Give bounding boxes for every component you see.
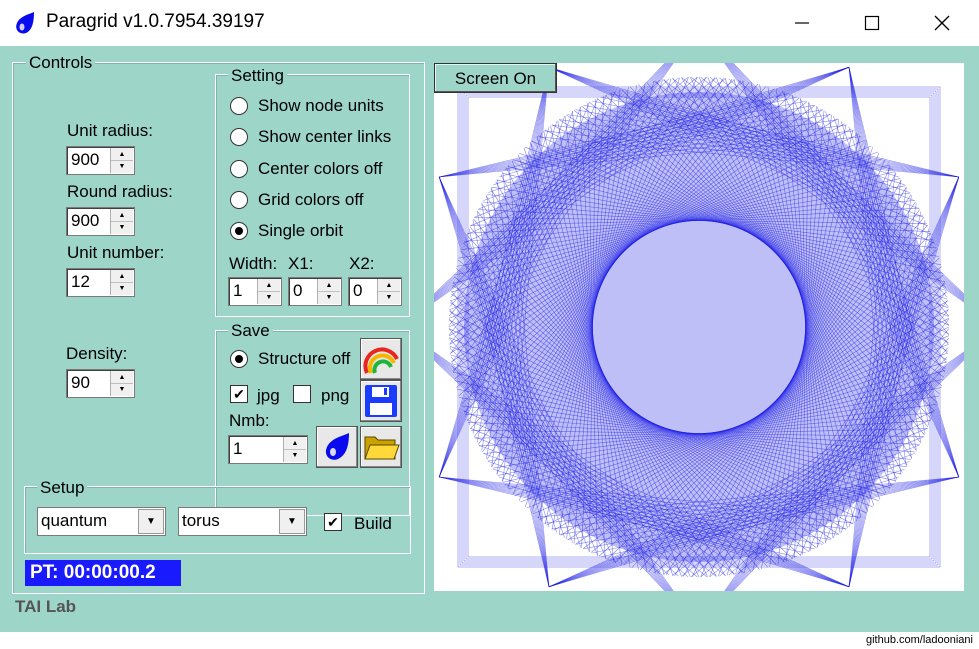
show-center-links-radio[interactable] bbox=[230, 128, 248, 146]
center-colors-off-radio[interactable] bbox=[230, 160, 248, 178]
show-node-units-radio[interactable] bbox=[230, 97, 248, 115]
spin-down-icon[interactable]: ▼ bbox=[111, 383, 133, 395]
setting-group-label: Setting bbox=[228, 67, 287, 85]
close-button[interactable] bbox=[907, 0, 977, 46]
grid-colors-off-label[interactable]: Grid colors off bbox=[258, 190, 364, 210]
density-label: Density: bbox=[66, 344, 128, 363]
rainbow-icon bbox=[363, 347, 399, 374]
footer-label: TAI Lab bbox=[15, 597, 77, 616]
shape-select-value: torus bbox=[182, 511, 220, 530]
png-label[interactable]: png bbox=[321, 386, 349, 406]
nmb-label: Nmb: bbox=[229, 411, 270, 430]
spin-down-icon[interactable]: ▼ bbox=[258, 291, 280, 303]
process-time-badge: PT: 00:00:00.2 bbox=[25, 560, 181, 586]
window-title: Paragrid v1.0.7954.39197 bbox=[46, 11, 265, 32]
show-center-links-label[interactable]: Show center links bbox=[258, 127, 391, 147]
structure-off-label[interactable]: Structure off bbox=[258, 349, 350, 369]
png-checkbox[interactable] bbox=[293, 385, 311, 403]
jpg-label[interactable]: jpg bbox=[257, 386, 280, 406]
width-spinner[interactable]: 1 ▲ ▼ bbox=[228, 277, 282, 306]
x1-spinner[interactable]: 0 ▲ ▼ bbox=[288, 277, 342, 306]
nmb-value: 1 bbox=[233, 439, 243, 458]
unit-number-label: Unit number: bbox=[67, 243, 165, 262]
floppy-disk-icon bbox=[365, 385, 397, 417]
app-drop-icon bbox=[16, 12, 34, 34]
density-value: 90 bbox=[71, 373, 90, 392]
spin-down-icon[interactable]: ▼ bbox=[284, 449, 306, 461]
unit-radius-value: 900 bbox=[71, 150, 100, 169]
open-folder-button[interactable] bbox=[360, 426, 402, 468]
drop-color-button[interactable] bbox=[316, 426, 358, 468]
minimize-button[interactable] bbox=[767, 0, 837, 46]
spin-down-icon[interactable]: ▼ bbox=[111, 221, 133, 233]
build-checkbox[interactable]: ✔ bbox=[324, 513, 342, 531]
mode-select[interactable]: quantum ▼ bbox=[37, 507, 166, 536]
build-label[interactable]: Build bbox=[354, 514, 392, 534]
spin-down-icon[interactable]: ▼ bbox=[318, 291, 340, 303]
unit-number-spinner[interactable]: 12 ▲ ▼ bbox=[66, 268, 135, 297]
single-orbit-radio[interactable] bbox=[230, 222, 248, 240]
spin-down-icon[interactable]: ▼ bbox=[111, 160, 133, 172]
grid-colors-off-radio[interactable] bbox=[230, 191, 248, 209]
single-orbit-label[interactable]: Single orbit bbox=[258, 221, 343, 241]
minimize-icon bbox=[795, 22, 809, 24]
maximize-icon bbox=[864, 15, 880, 31]
density-spinner[interactable]: 90 ▲ ▼ bbox=[66, 369, 135, 398]
title-bar: Paragrid v1.0.7954.39197 bbox=[0, 0, 979, 46]
client-area: Controls Unit radius: 900 ▲ ▼ Round radiu… bbox=[0, 46, 979, 632]
save-group-label: Save bbox=[228, 322, 273, 340]
unit-number-value: 12 bbox=[71, 272, 90, 291]
width-value: 1 bbox=[233, 281, 243, 300]
center-colors-off-label[interactable]: Center colors off bbox=[258, 159, 382, 179]
mode-select-value: quantum bbox=[41, 511, 108, 530]
x1-label: X1: bbox=[288, 254, 314, 273]
x2-spinner[interactable]: 0 ▲ ▼ bbox=[348, 277, 402, 306]
maximize-button[interactable] bbox=[837, 0, 907, 46]
render-canvas[interactable] bbox=[434, 63, 964, 591]
save-image-button[interactable] bbox=[360, 380, 402, 422]
close-icon bbox=[934, 15, 950, 31]
orbit-artwork bbox=[434, 63, 964, 591]
color-rainbow-button[interactable] bbox=[360, 338, 402, 380]
controls-group-label: Controls bbox=[26, 54, 96, 72]
jpg-checkbox[interactable]: ✔ bbox=[230, 385, 248, 403]
unit-radius-label: Unit radius: bbox=[67, 121, 153, 140]
chevron-down-icon[interactable]: ▼ bbox=[279, 509, 305, 534]
shape-select[interactable]: torus ▼ bbox=[178, 507, 307, 536]
spin-down-icon[interactable]: ▼ bbox=[111, 282, 133, 294]
screen-on-button[interactable]: Screen On bbox=[434, 63, 557, 93]
unit-radius-spinner[interactable]: 900 ▲ ▼ bbox=[66, 146, 135, 175]
show-node-units-label[interactable]: Show node units bbox=[258, 96, 384, 116]
nmb-spinner[interactable]: 1 ▲ ▼ bbox=[228, 435, 308, 464]
chevron-down-icon[interactable]: ▼ bbox=[138, 509, 164, 534]
x1-value: 0 bbox=[293, 281, 303, 300]
drop-icon bbox=[325, 433, 349, 460]
round-radius-label: Round radius: bbox=[67, 182, 173, 201]
round-radius-spinner[interactable]: 900 ▲ ▼ bbox=[66, 207, 135, 236]
spin-down-icon[interactable]: ▼ bbox=[378, 291, 400, 303]
width-label: Width: bbox=[229, 254, 278, 273]
folder-open-icon bbox=[364, 436, 400, 460]
round-radius-value: 900 bbox=[71, 211, 100, 230]
setup-group-label: Setup bbox=[37, 479, 88, 497]
structure-off-radio[interactable] bbox=[230, 350, 248, 368]
x2-label: X2: bbox=[349, 254, 375, 273]
x2-value: 0 bbox=[353, 281, 363, 300]
github-watermark: github.com/ladooniani bbox=[865, 634, 973, 646]
